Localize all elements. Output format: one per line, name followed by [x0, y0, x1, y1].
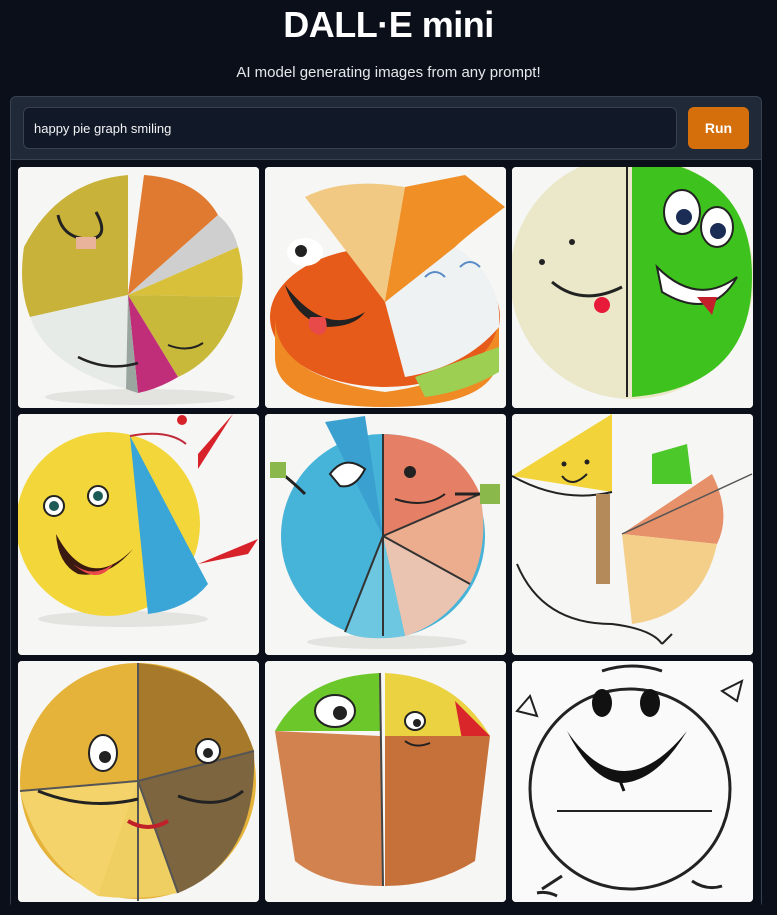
- generated-image-9[interactable]: [512, 661, 753, 902]
- generator-panel: Run: [10, 96, 762, 908]
- run-button[interactable]: Run: [688, 107, 749, 149]
- gallery-container: [11, 159, 761, 908]
- generated-image-4[interactable]: [18, 414, 259, 655]
- generated-image-1[interactable]: [18, 167, 259, 408]
- generated-image-7[interactable]: [18, 661, 259, 902]
- generated-image-3[interactable]: [512, 167, 753, 408]
- generated-image-8[interactable]: [265, 661, 506, 902]
- app-title: DALL·E mini: [283, 4, 494, 45]
- prompt-input[interactable]: [23, 107, 677, 149]
- generated-image-6[interactable]: [512, 414, 753, 655]
- app-header: DALL·E mini AI model generating images f…: [0, 0, 777, 88]
- generated-image-5[interactable]: [265, 414, 506, 655]
- app-subtitle: AI model generating images from any prom…: [236, 64, 541, 81]
- generated-image-2[interactable]: [265, 167, 506, 408]
- image-gallery: [18, 167, 753, 902]
